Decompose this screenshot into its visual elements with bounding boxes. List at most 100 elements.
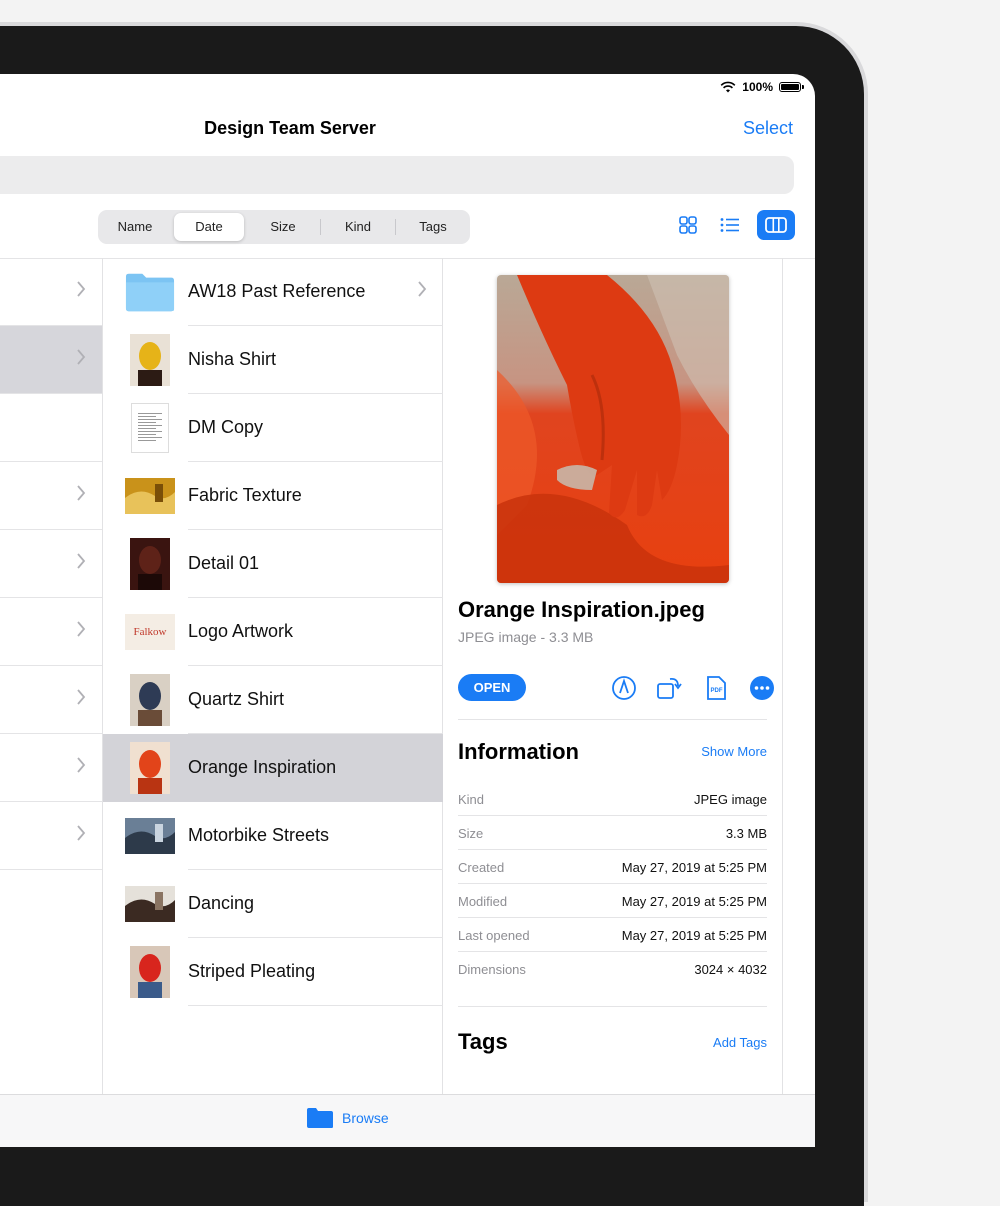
file-thumbnail	[125, 674, 175, 726]
file-row[interactable]: Striped Pleating	[103, 938, 443, 1006]
photo-thumbnail-image	[130, 334, 170, 386]
parent-column-row[interactable]	[0, 666, 102, 734]
file-name: Nisha Shirt	[188, 349, 277, 369]
file-thumbnail	[125, 470, 175, 522]
file-name: Striped Pleating	[188, 961, 316, 981]
markup-button[interactable]	[610, 674, 638, 702]
segment-divider	[395, 219, 396, 235]
information-heading: Information	[458, 739, 579, 764]
section-divider	[458, 1006, 767, 1007]
icons-view-button[interactable]	[673, 210, 703, 240]
preview-title: Orange Inspiration.jpeg	[458, 597, 705, 622]
info-key: Modified	[458, 894, 508, 909]
file-row[interactable]: Fabric Texture	[103, 462, 443, 530]
parent-column-row[interactable]	[0, 530, 102, 598]
file-thumbnail	[125, 878, 175, 930]
preview-image[interactable]	[497, 275, 729, 583]
file-row[interactable]: Nisha Shirt	[103, 326, 443, 394]
file-row[interactable]: Orange Inspiration	[103, 734, 443, 802]
create-pdf-button[interactable]: PDF	[702, 674, 730, 702]
icons-view-icon	[679, 216, 697, 234]
info-value: May 27, 2019 at 5:25 PM	[621, 894, 767, 909]
file-row[interactable]: Quartz Shirt	[103, 666, 443, 734]
more-button[interactable]	[748, 674, 776, 702]
photo-thumbnail-image	[125, 478, 175, 514]
columns-view-icon	[765, 217, 787, 233]
parent-column-row[interactable]	[0, 734, 102, 802]
chevron-right-icon	[77, 757, 86, 773]
wifi-icon	[720, 81, 736, 93]
file-row[interactable]: Detail 01	[103, 530, 443, 598]
info-row: Size 3.3 MB	[458, 816, 767, 850]
parent-column-row[interactable]	[0, 598, 102, 666]
folder-icon	[307, 1108, 333, 1128]
columns-view-button[interactable]	[757, 210, 795, 240]
info-row: Modified May 27, 2019 at 5:25 PM	[458, 884, 767, 918]
logo-thumbnail-image: Falkow	[125, 614, 175, 650]
parent-column-row[interactable]	[0, 802, 102, 870]
column-divider	[782, 258, 783, 1095]
file-name: Logo Artwork	[188, 621, 294, 641]
parent-column-row[interactable]	[0, 326, 102, 394]
info-value: 3.3 MB	[725, 826, 767, 841]
segment-divider	[320, 219, 321, 235]
chevron-right-icon	[77, 553, 86, 569]
battery-percent: 100%	[742, 80, 773, 94]
preview-actions: PDF	[610, 674, 776, 702]
file-name: Detail 01	[188, 553, 260, 573]
info-key: Last opened	[458, 928, 530, 943]
folder-icon	[125, 273, 175, 312]
sort-size-tab[interactable]: Size	[248, 213, 318, 241]
browse-tab[interactable]: Browse	[306, 1107, 389, 1129]
parent-column-row[interactable]	[0, 258, 102, 326]
file-thumbnail	[125, 810, 175, 862]
photo-thumbnail-image	[130, 538, 170, 590]
open-button[interactable]: OPEN	[458, 674, 526, 701]
file-name: Motorbike Streets	[188, 825, 330, 845]
file-thumbnail	[125, 946, 175, 998]
battery-icon	[779, 82, 804, 92]
sort-date-tab[interactable]: Date	[174, 213, 244, 241]
file-row[interactable]: Dancing	[103, 870, 443, 938]
info-value: JPEG image	[694, 792, 767, 807]
file-name: Quartz Shirt	[188, 689, 285, 709]
file-thumbnail	[125, 538, 175, 590]
parent-column-row[interactable]	[0, 394, 102, 462]
sort-name-tab[interactable]: Name	[100, 213, 170, 241]
file-row[interactable]: Falkow Logo Artwork	[103, 598, 443, 666]
list-view-icon	[720, 218, 739, 232]
folder-thumbnail	[125, 266, 175, 318]
pdf-icon: PDF	[707, 676, 726, 700]
info-row: Kind JPEG image	[458, 782, 767, 816]
file-row[interactable]: Motorbike Streets	[103, 802, 443, 870]
photo-thumbnail-image	[130, 946, 170, 998]
tab-bar: Browse	[0, 1094, 815, 1147]
section-divider	[458, 719, 767, 720]
list-view-button[interactable]	[715, 210, 745, 240]
ipad-screen: 100% Design Team Server Select Name Date…	[0, 74, 815, 1147]
status-bar: 100%	[720, 80, 804, 94]
sort-tags-tab[interactable]: Tags	[398, 213, 468, 241]
rotate-button[interactable]	[656, 674, 684, 702]
file-row[interactable]: AW18 Past Reference	[103, 258, 443, 326]
add-tags-link[interactable]: Add Tags	[713, 1035, 767, 1050]
parent-column-row[interactable]	[0, 462, 102, 530]
show-more-link[interactable]: Show More	[701, 744, 767, 759]
search-field[interactable]	[0, 156, 794, 194]
rotate-icon	[657, 677, 682, 699]
document-thumbnail-image	[131, 403, 169, 453]
chevron-right-icon	[77, 349, 86, 365]
info-value: May 27, 2019 at 5:25 PM	[621, 860, 767, 875]
file-row[interactable]: DM Copy	[103, 394, 443, 462]
file-name: DM Copy	[188, 417, 264, 437]
info-key: Created	[458, 860, 505, 875]
info-key: Kind	[458, 792, 485, 807]
photo-thumbnail-image	[130, 674, 170, 726]
select-button[interactable]: Select	[743, 118, 793, 139]
file-name: Fabric Texture	[188, 485, 302, 505]
photo-thumbnail-image	[125, 886, 175, 922]
photo-thumbnail-image	[130, 742, 170, 794]
orange-sand-hand-photo	[497, 275, 729, 583]
file-thumbnail: Falkow	[125, 606, 175, 658]
sort-kind-tab[interactable]: Kind	[323, 213, 393, 241]
